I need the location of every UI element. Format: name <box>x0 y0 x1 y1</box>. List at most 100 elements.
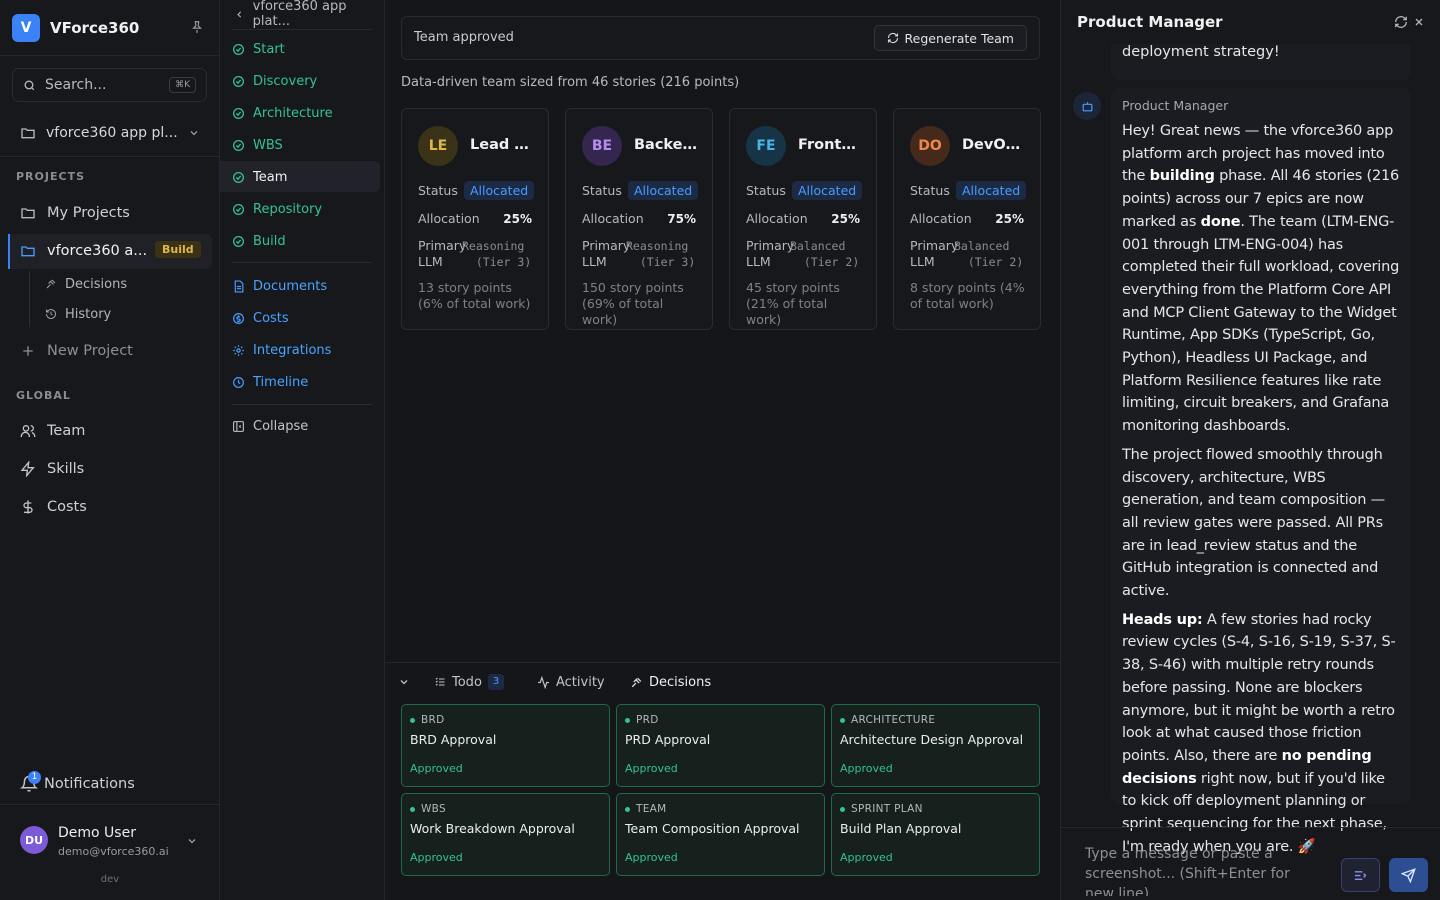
decision-title: Architecture Design Approval <box>840 732 1024 747</box>
notification-count: 1 <box>28 771 41 784</box>
tab-stage-wbs[interactable]: WBS <box>232 134 283 156</box>
llm-name: Balanced <box>790 239 846 253</box>
gavel-icon <box>46 279 56 289</box>
decision-card[interactable]: ARCHITECTURE Architecture Design Approval… <box>831 704 1040 787</box>
member-role-title: Backen... <box>634 137 700 153</box>
sidebar-item-skills[interactable]: Skills <box>20 457 84 481</box>
decision-card[interactable]: BRD BRD Approval Approved <box>401 704 610 787</box>
decision-card[interactable]: TEAM Team Composition Approval Approved <box>616 793 825 876</box>
story-points: 13 story points (6% of total work) <box>418 280 531 311</box>
sidebar-subitem-label: Decisions <box>65 276 128 292</box>
status-dot <box>840 717 845 723</box>
nav-link-label: Integrations <box>253 342 332 358</box>
tab-activity[interactable]: Activity <box>537 672 605 692</box>
close-icon[interactable] <box>1413 15 1425 29</box>
stage-label: Build <box>253 233 286 249</box>
sidebar-item-team[interactable]: Team <box>20 419 85 443</box>
sidebar-item-my-projects[interactable]: My Projects <box>20 201 130 225</box>
primary-llm-label: Primary LLM <box>910 238 959 269</box>
zap-icon <box>20 461 35 477</box>
decision-card[interactable]: SPRINT PLAN Build Plan Approval Approved <box>831 793 1040 876</box>
tab-stage-architecture[interactable]: Architecture <box>232 102 333 124</box>
tab-stage-build[interactable]: Build <box>232 230 286 252</box>
team-member-card[interactable]: DO DevOp... Status Allocated Allocation 25% Pr… <box>893 108 1041 330</box>
brand[interactable]: V VForce360 <box>12 14 208 42</box>
history-icon <box>46 309 56 319</box>
collapse-button[interactable]: Collapse <box>232 415 308 437</box>
tab-stage-team[interactable]: Team <box>232 166 287 188</box>
decision-title: BRD Approval <box>410 732 497 747</box>
decision-card[interactable]: WBS Work Breakdown Approval Approved <box>401 793 610 876</box>
sidebar-item-label: Costs <box>47 499 87 515</box>
sidebar-item-label: vforce360 a... <box>47 243 148 259</box>
avatar[interactable]: DU <box>20 826 48 854</box>
decision-category: TEAM <box>625 803 667 815</box>
tab-stage-discovery[interactable]: Discovery <box>232 70 317 92</box>
message-input[interactable]: Type a message or paste a screenshot... … <box>1073 836 1333 896</box>
tab-label: Decisions <box>649 674 712 690</box>
pin-icon[interactable] <box>190 20 204 34</box>
nav-link-integrations[interactable]: Integrations <box>232 339 331 361</box>
tab-decisions[interactable]: Decisions <box>630 672 711 692</box>
chevron-down-icon[interactable] <box>186 835 198 847</box>
main-content: Team approved Regenerate Team Data-drive… <box>386 0 1060 900</box>
decision-category: WBS <box>410 803 446 815</box>
attach-context-button[interactable] <box>1341 858 1380 892</box>
chevron-left-icon <box>237 10 242 18</box>
user-email: demo@vforce360.ai <box>58 845 169 858</box>
team-member-card[interactable]: FE Fronte... Status Allocated Allocation 25% P… <box>729 108 877 330</box>
avatar: DO <box>910 126 950 166</box>
decision-status: Approved <box>625 851 678 864</box>
stage-label: WBS <box>253 137 283 153</box>
gear-icon <box>233 344 244 356</box>
check-circle-icon <box>232 43 245 55</box>
send-button[interactable] <box>1389 858 1428 892</box>
tab-stage-start[interactable]: Start <box>232 38 285 60</box>
tab-stage-repository[interactable]: Repository <box>232 198 322 220</box>
notifications-button[interactable]: 1 Notifications <box>20 771 135 793</box>
refresh-icon[interactable] <box>1394 15 1408 29</box>
sidebar-subitem-history[interactable]: History <box>45 304 111 324</box>
chevron-down-icon[interactable] <box>398 676 410 688</box>
tab-todo[interactable]: Todo 3 <box>434 672 505 692</box>
status-label: Status <box>746 183 786 198</box>
nav-link-costs[interactable]: Costs <box>232 307 289 329</box>
check-circle-icon <box>232 107 245 119</box>
decision-card[interactable]: PRD PRD Approval Approved <box>616 704 825 787</box>
collapse-label: Collapse <box>253 418 309 434</box>
llm-name: Balanced <box>954 239 1010 253</box>
text-run-bold: done <box>1200 213 1241 230</box>
plus-icon <box>23 346 33 356</box>
check-circle-icon <box>232 171 245 183</box>
team-member-card[interactable]: LE Lead E... Status Allocated Allocation 25% P… <box>401 108 549 330</box>
brand-name: VForce360 <box>50 19 140 37</box>
user-name: Demo User <box>58 825 136 841</box>
stage-label: Discovery <box>253 73 318 89</box>
sidebar-item-active-project[interactable]: vforce360 a... <box>20 239 147 263</box>
text-run: A few stories had rocky review cycles (S… <box>1122 611 1396 764</box>
divider <box>232 404 372 405</box>
search-placeholder: Search... <box>45 77 107 93</box>
story-points: 150 story points (69% of total work) <box>582 280 684 327</box>
sidebar-subitem-decisions[interactable]: Decisions <box>45 274 127 294</box>
avatar: FE <box>746 126 786 166</box>
brand-logo: V <box>12 14 40 42</box>
avatar: LE <box>418 126 458 166</box>
project-selector[interactable]: vforce360 app pl... <box>20 121 200 145</box>
gavel-icon <box>631 677 642 687</box>
nav-link-documents[interactable]: Documents <box>232 275 327 297</box>
allocation-label: Allocation <box>746 211 808 226</box>
sidebar-subitem-label: History <box>65 306 112 322</box>
regenerate-team-label: Regenerate Team <box>904 30 1014 46</box>
search-input[interactable]: Search... ⌘K <box>12 68 207 102</box>
team-member-card[interactable]: BE Backen... Status Allocated Allocation 75% P… <box>565 108 713 330</box>
breadcrumb[interactable]: vforce360 app plat... <box>234 0 384 29</box>
team-summary: Data-driven team sized from 46 stories (… <box>401 75 740 90</box>
regenerate-team-button[interactable]: Regenerate Team <box>873 25 1027 51</box>
member-role-title: Lead E... <box>470 137 536 153</box>
breadcrumb-label: vforce360 app plat... <box>252 0 347 29</box>
nav-link-timeline[interactable]: Timeline <box>232 371 308 393</box>
new-project-button[interactable]: New Project <box>20 339 133 363</box>
sidebar-item-label: Skills <box>47 461 85 477</box>
sidebar-item-costs[interactable]: Costs <box>20 495 87 519</box>
